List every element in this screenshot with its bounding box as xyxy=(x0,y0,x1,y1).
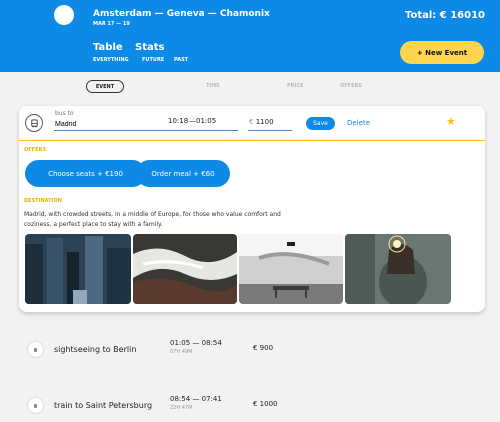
event-type-icon xyxy=(27,397,44,414)
ocean-waves-photo xyxy=(133,234,237,304)
time-from-input[interactable]: 10:18 xyxy=(168,117,188,125)
bus-glyph xyxy=(30,118,38,127)
tab-table[interactable]: Table xyxy=(93,42,123,53)
bench-by-sea-photo xyxy=(239,234,343,304)
event-price: € 900 xyxy=(253,344,274,352)
event-row[interactable]: sightseeing to Berlin 01:05 — 08:54 07H … xyxy=(0,330,500,370)
star-icon[interactable]: ★ xyxy=(446,116,456,127)
app-logo xyxy=(54,5,74,25)
trip-dates: MAR 17 — 19 xyxy=(93,21,130,27)
sort-event[interactable]: EVENT xyxy=(86,80,124,93)
sort-offers[interactable]: OFFERS xyxy=(340,83,362,89)
event-duration: 07H 49M xyxy=(170,349,193,355)
save-button[interactable]: Save xyxy=(306,117,335,130)
destination-input[interactable] xyxy=(54,118,180,131)
filter-past[interactable]: PAST xyxy=(174,57,188,63)
bus-icon[interactable] xyxy=(25,114,43,132)
event-type-label: bus to xyxy=(55,110,74,117)
tab-stats[interactable]: Stats xyxy=(135,42,164,53)
time-underline xyxy=(166,130,238,131)
offers-title: OFFERS xyxy=(24,147,46,153)
event-type-icon xyxy=(27,341,44,358)
delete-button[interactable]: Delete xyxy=(347,119,370,127)
offer-order-meal-button[interactable]: Order meal + €60 xyxy=(136,160,230,187)
new-event-button[interactable]: + New Event xyxy=(400,41,484,64)
price-input[interactable]: € 1100 xyxy=(248,118,292,131)
event-time: 01:05 — 08:54 xyxy=(170,339,222,347)
event-time: 08:54 — 07:41 xyxy=(170,395,222,403)
offer-choose-seats-button[interactable]: Choose seats + €190 xyxy=(25,160,146,187)
sort-price[interactable]: PRICE xyxy=(287,83,303,89)
event-edit-header: bus to 10:18 —01:05 € 1100 Save Delete ★ xyxy=(19,106,485,141)
time-to-input[interactable]: —01:05 xyxy=(189,117,216,125)
event-duration: 22H 47M xyxy=(170,405,193,411)
trip-total: Total: € 16010 xyxy=(404,10,485,21)
bench-by-sea-image xyxy=(239,234,343,304)
trip-route: Amsterdam — Geneva — Chamonix xyxy=(93,9,270,19)
sparkler-person-image xyxy=(345,234,451,304)
filter-everything[interactable]: EVERYTHING xyxy=(93,57,129,63)
event-title: train to Saint Petersburg xyxy=(54,401,153,410)
destination-description: Madrid, with crowded streets, in a middl… xyxy=(24,211,281,228)
price-value: 1100 xyxy=(255,118,274,126)
sparkler-person-photo xyxy=(345,234,451,304)
sort-time[interactable]: TIME xyxy=(206,83,220,89)
currency-symbol: € xyxy=(249,118,254,126)
filter-future[interactable]: FUTURE xyxy=(142,57,164,63)
event-price: € 1000 xyxy=(253,400,278,408)
city-buildings-photo xyxy=(25,234,131,304)
event-edit-card: bus to 10:18 —01:05 € 1100 Save Delete ★… xyxy=(19,106,485,312)
event-row[interactable]: train to Saint Petersburg 08:54 — 07:41 … xyxy=(0,386,500,422)
ocean-waves-image xyxy=(133,234,237,304)
city-buildings-image xyxy=(25,234,131,304)
destination-title: DESTINATION xyxy=(24,198,62,204)
app-header: Amsterdam — Geneva — Chamonix MAR 17 — 1… xyxy=(0,0,500,72)
event-title: sightseeing to Berlin xyxy=(54,345,137,354)
